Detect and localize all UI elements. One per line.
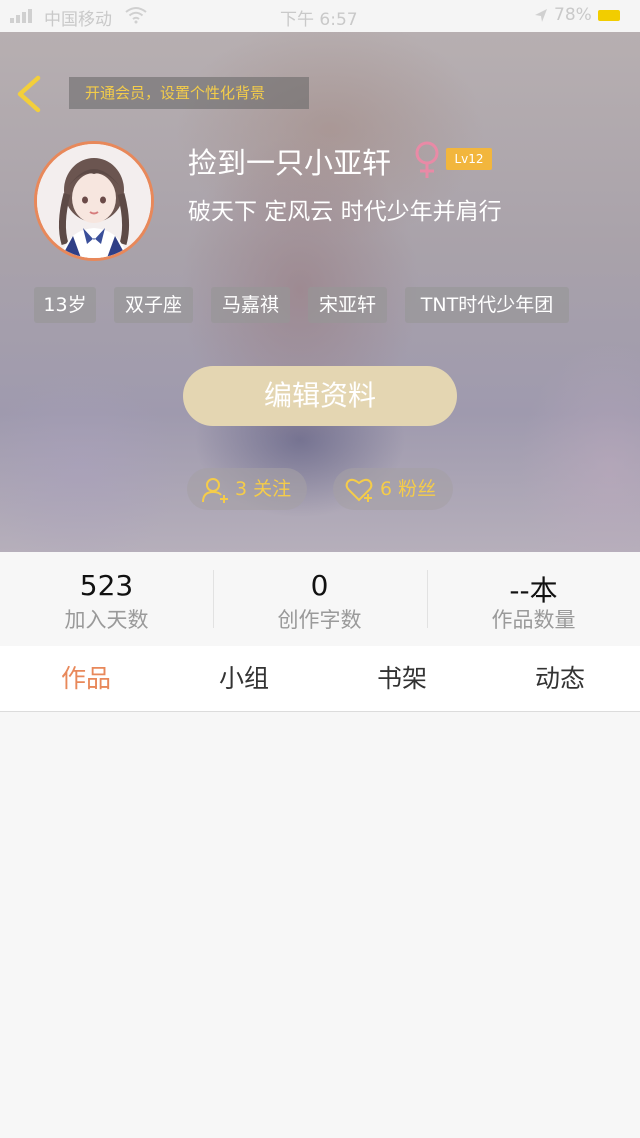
- status-bar: 中国移动 下午 6:57 78%: [0, 0, 640, 32]
- fans-count: 6 粉丝: [380, 478, 437, 500]
- stat-word-count: 0 创作字数: [213, 552, 426, 646]
- wifi-icon: [125, 7, 147, 24]
- fans-button[interactable]: 6 粉丝: [333, 468, 453, 510]
- stat-value: --本: [509, 574, 558, 607]
- tag-age: 13岁: [34, 287, 96, 323]
- clock-label: 下午 6:57: [280, 10, 358, 30]
- tab-works[interactable]: 作品: [26, 646, 146, 712]
- carrier-label: 中国移动: [44, 10, 112, 30]
- stat-value: 523: [79, 569, 134, 602]
- nickname: 捡到一只小亚轩: [188, 146, 392, 180]
- battery-percent: 78%: [554, 5, 592, 25]
- add-person-icon: [202, 478, 228, 503]
- stat-days-joined: 523 加入天数: [0, 552, 213, 646]
- location-arrow-icon: [535, 9, 547, 22]
- edit-profile-button[interactable]: 编辑资料: [183, 366, 457, 426]
- signature: 破天下 定风云 时代少年并肩行: [188, 199, 502, 225]
- tag-group: TNT时代少年团: [405, 287, 569, 323]
- tab-activity[interactable]: 动态: [500, 646, 620, 712]
- stat-label: 创作字数: [277, 608, 362, 632]
- tag-idol-2: 宋亚轩: [308, 287, 387, 323]
- stat-label: 加入天数: [64, 608, 149, 632]
- tag-zodiac: 双子座: [114, 287, 193, 323]
- profile-header: 中国移动 下午 6:57 78% 开通会员，设置个性化背景 捡到一只小亚轩 Lv…: [0, 0, 640, 552]
- tag-idol-1: 马嘉祺: [211, 287, 290, 323]
- avatar[interactable]: [34, 141, 154, 261]
- works-list-empty: [0, 713, 640, 1138]
- stat-label: 作品数量: [491, 608, 576, 632]
- vip-background-banner[interactable]: 开通会员，设置个性化背景: [69, 77, 309, 109]
- profile-page: 中国移动 下午 6:57 78% 开通会员，设置个性化背景 捡到一只小亚轩 Lv…: [0, 0, 640, 1138]
- level-badge: Lv12: [446, 148, 492, 170]
- signal-icon: [10, 9, 40, 23]
- heart-plus-icon: [345, 478, 373, 502]
- following-button[interactable]: 3 关注: [187, 468, 307, 510]
- tab-bookshelf[interactable]: 书架: [342, 646, 462, 712]
- profile-tabs: 作品 小组 书架 动态: [0, 646, 640, 712]
- female-gender-icon: [415, 141, 439, 178]
- stat-value: 0: [310, 569, 329, 602]
- stat-works-count: --本 作品数量: [427, 552, 640, 646]
- tab-groups[interactable]: 小组: [184, 646, 304, 712]
- stats-bar: 523 加入天数 0 创作字数 --本 作品数量: [0, 552, 640, 646]
- battery-icon: [598, 10, 620, 21]
- back-button[interactable]: [14, 74, 46, 114]
- following-count: 3 关注: [235, 478, 292, 500]
